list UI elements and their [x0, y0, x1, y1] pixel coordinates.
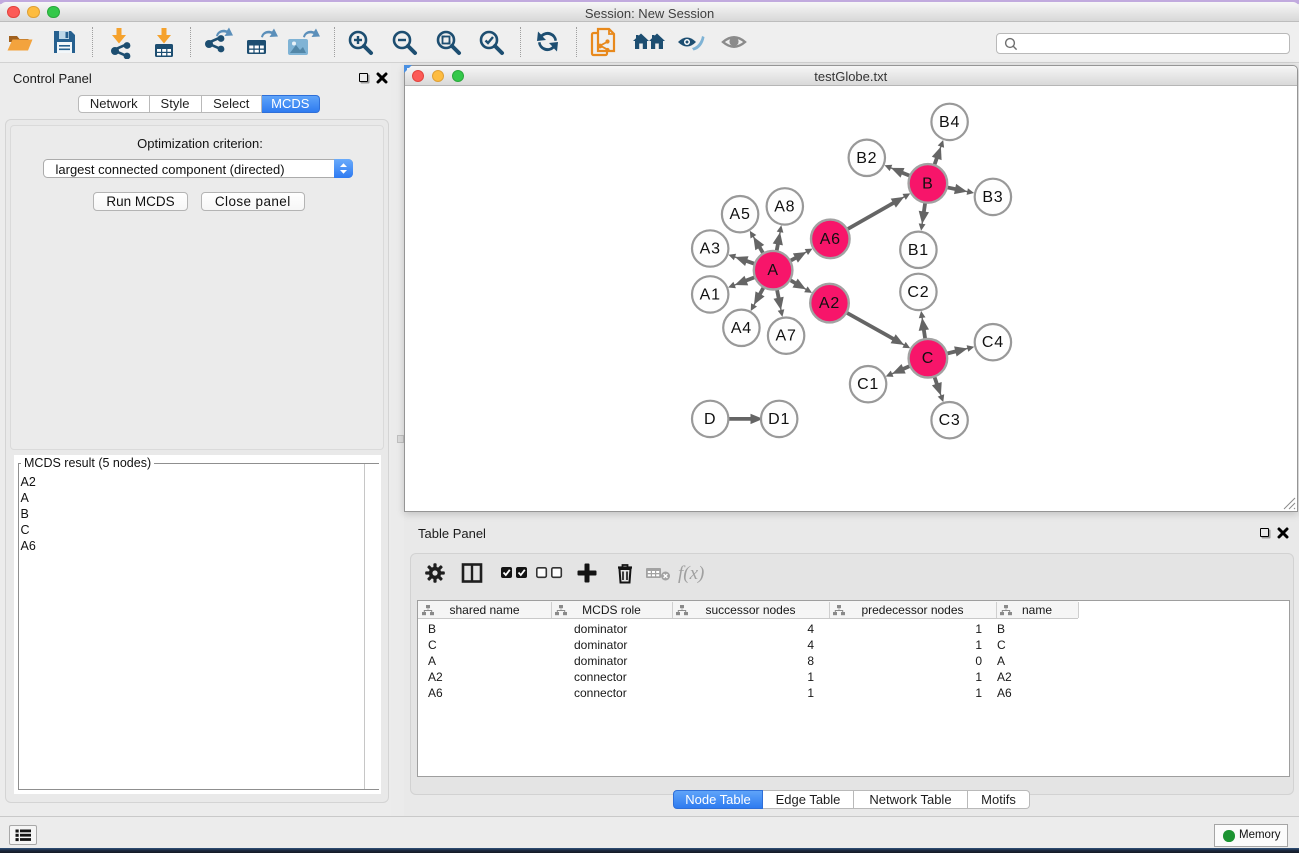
svg-text:A1: A1	[699, 286, 720, 303]
svg-text:A: A	[767, 262, 778, 279]
svg-text:A5: A5	[729, 206, 750, 223]
svg-text:A7: A7	[775, 327, 796, 344]
svg-text:C2: C2	[907, 283, 929, 300]
svg-text:C1: C1	[857, 376, 879, 393]
svg-text:A3: A3	[699, 240, 720, 257]
svg-text:C3: C3	[938, 412, 960, 429]
svg-text:B1: B1	[907, 241, 928, 258]
svg-text:D: D	[704, 410, 716, 427]
svg-text:C4: C4	[981, 334, 1003, 351]
svg-text:A2: A2	[818, 295, 839, 312]
svg-text:C: C	[921, 350, 933, 367]
svg-text:A4: A4	[730, 319, 751, 336]
svg-text:B4: B4	[939, 113, 960, 130]
svg-text:B: B	[922, 175, 933, 192]
svg-text:B3: B3	[982, 188, 1003, 205]
svg-text:A6: A6	[819, 230, 840, 247]
svg-text:A8: A8	[774, 198, 795, 215]
svg-text:D1: D1	[768, 410, 790, 427]
svg-text:B2: B2	[856, 149, 877, 166]
